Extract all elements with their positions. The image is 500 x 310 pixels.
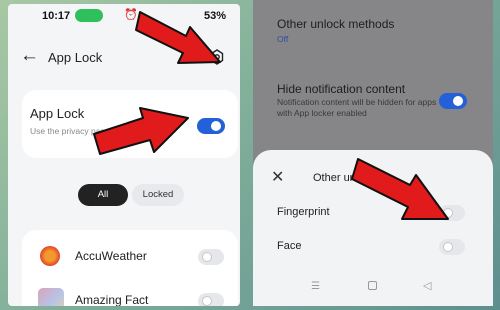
app-list: AccuWeather Amazing Fact (22, 230, 238, 306)
other-unlock-methods-title[interactable]: Other unlock methods (277, 17, 394, 31)
back-arrow-icon[interactable]: ← (20, 46, 39, 66)
fingerprint-label: Fingerprint (277, 206, 330, 218)
app-name: AccuWeather (75, 249, 147, 263)
amazing-fact-app-icon (38, 288, 64, 306)
amazing-fact-lock-toggle[interactable] (198, 293, 224, 306)
app-lock-toggle[interactable] (197, 118, 225, 134)
toggle-knob (211, 121, 221, 131)
toggle-knob (202, 252, 212, 262)
recent-apps-icon[interactable]: ☰ (311, 281, 320, 292)
status-time: 10:17 (42, 10, 71, 22)
navigation-bar: ☰ ◁ (253, 279, 493, 299)
toggle-knob (443, 242, 453, 252)
toggle-knob (453, 96, 463, 106)
toggle-knob (202, 296, 212, 306)
arrow-annotation-fingerprint-toggle (351, 158, 449, 220)
arrow-annotation-settings (135, 11, 221, 64)
face-label: Face (277, 240, 302, 252)
tab-all[interactable]: All (78, 184, 128, 206)
home-icon[interactable] (368, 281, 377, 290)
nav-back-icon[interactable]: ◁ (423, 279, 431, 292)
app-name: Amazing Fact (75, 293, 149, 306)
face-toggle[interactable] (439, 239, 465, 255)
hide-notification-toggle[interactable] (439, 93, 467, 109)
page-title: App Lock (48, 50, 103, 65)
tab-locked[interactable]: Locked (132, 184, 184, 206)
accuweather-app-icon (40, 246, 60, 266)
battery-chip (75, 9, 103, 22)
app-lock-title: App Lock (30, 106, 85, 121)
hide-notification-title: Hide notification content (277, 82, 406, 96)
hide-notification-description: Notification content will be hidden for … (277, 97, 437, 118)
other-unlock-methods-value: Off (277, 34, 289, 44)
arrow-annotation-app-lock-toggle (93, 107, 189, 155)
list-item[interactable]: AccuWeather (22, 236, 238, 276)
accuweather-lock-toggle[interactable] (198, 249, 224, 265)
list-item[interactable]: Amazing Fact (22, 280, 238, 306)
close-icon[interactable]: ✕ (271, 170, 284, 186)
